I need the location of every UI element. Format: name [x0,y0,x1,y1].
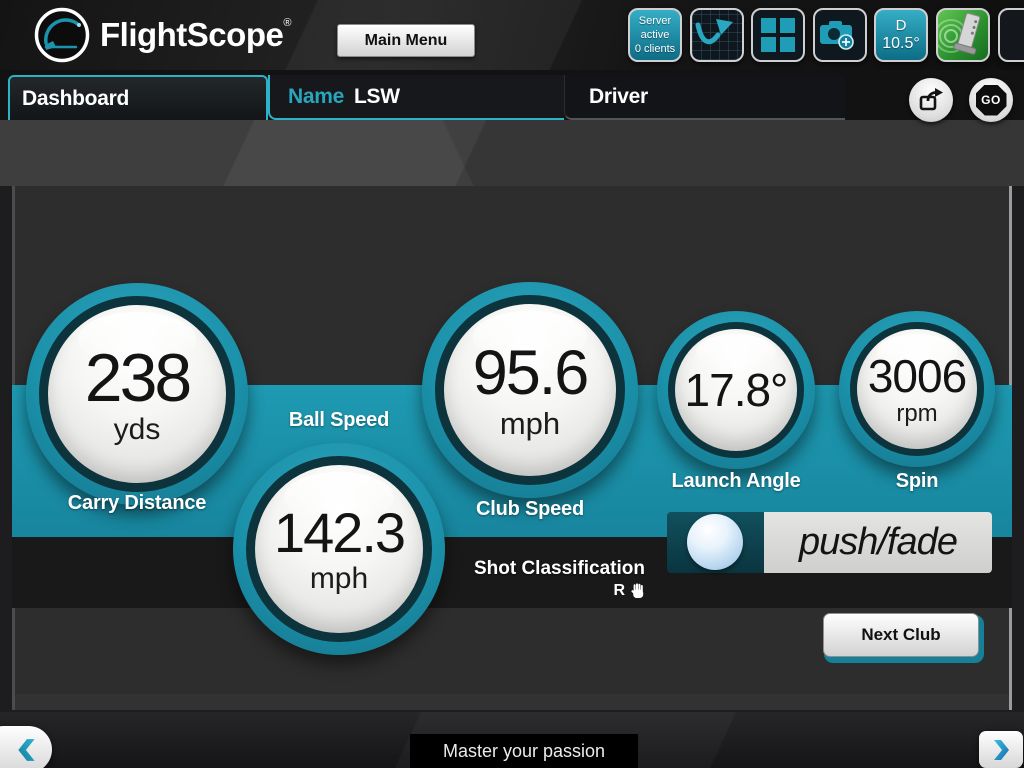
tab-club-driver[interactable]: Driver [564,75,845,120]
gauge-spin: 3006 rpm [839,311,995,467]
radar-device-icon [938,10,988,60]
club-speed-value: 95.6 [473,342,588,405]
ball-speed-unit: mph [310,564,368,594]
panel-footer-strip [15,694,1009,710]
quad-view-button[interactable] [751,8,805,62]
server-line2: active [641,28,670,42]
label-spin: Spin [817,470,1017,493]
go-label: GO [981,93,1001,107]
next-club-button[interactable]: Next Club [823,613,979,657]
previous-page-button[interactable] [0,726,52,768]
label-club-speed: Club Speed [430,498,630,521]
flightscope-app: FlightScope® Main Menu Server active 0 c… [0,0,1024,768]
server-status-badge[interactable]: Server active 0 clients [628,8,682,62]
name-label: Name [288,85,344,109]
gauge-launch-ball: 17.8° [668,322,804,458]
club-loft: 10.5° [882,34,920,53]
carry-value: 238 [85,344,189,412]
server-line3: 0 clients [635,42,675,56]
share-icon [917,86,945,114]
gauge-spin-ball: 3006 rpm [850,322,984,456]
share-button[interactable] [909,78,953,122]
go-stop-icon: GO [976,85,1007,116]
trajectory-icon [692,10,742,60]
trajectory-view-button[interactable] [690,8,744,62]
spin-unit: rpm [896,402,937,426]
tab-dashboard-label: Dashboard [22,87,129,111]
launch-angle-value: 17.8° [685,367,788,413]
club-speed-unit: mph [500,408,560,439]
hand-icon [631,583,645,599]
spin-value: 3006 [868,353,966,399]
quad-view-icon [753,10,803,60]
overflow-icon-button[interactable] [998,8,1024,62]
camera-add-icon [815,10,865,60]
tab-dashboard[interactable]: Dashboard [8,75,268,120]
label-ball-speed: Ball Speed [239,409,439,432]
gauge-club-speed: 95.6 mph [422,282,638,498]
handedness-toggle[interactable]: R [365,582,645,600]
shot-result-text-box: push/fade [764,512,992,573]
handedness-value: R [613,582,625,600]
gauge-launch-angle: 17.8° [657,311,815,469]
golf-ball-icon [687,514,743,570]
tab-driver-label: Driver [589,85,648,109]
brand-wordmark: FlightScope® [100,16,291,54]
gauge-carry-ball: 238 yds [39,296,235,492]
registered-mark: ® [283,17,291,29]
gauge-ball-speed: 142.3 mph [233,443,445,655]
label-launch-angle: Launch Angle [636,470,836,493]
shot-result-value: push/fade [799,521,957,564]
content-backdrop [0,120,1024,186]
gauge-club-speed-ball: 95.6 mph [435,295,625,485]
next-page-button[interactable] [979,731,1023,768]
shot-classification-label: Shot Classification [365,558,645,580]
ball-speed-value: 142.3 [274,505,404,561]
camera-add-button[interactable] [813,8,867,62]
server-line1: Server [639,14,671,28]
carry-unit: yds [114,415,161,445]
slogan-banner: Master your passion [410,734,638,768]
chevron-right-icon [989,738,1013,762]
club-letter: D [896,17,907,34]
gauge-ball-speed-ball: 142.3 mph [246,456,432,642]
tab-player-name[interactable]: Name LSW [268,75,564,120]
shot-result-ball-box [667,512,764,573]
go-button[interactable]: GO [969,78,1013,122]
main-menu-button[interactable]: Main Menu [337,24,475,57]
flightscope-logo-icon [33,6,91,64]
chevron-left-icon [14,737,40,763]
gauge-carry-distance: 238 yds [26,283,248,505]
radar-device-button[interactable] [936,8,990,62]
name-value: LSW [354,85,400,109]
club-loft-badge[interactable]: D 10.5° [874,8,928,62]
label-carry-distance: Carry Distance [37,492,237,515]
